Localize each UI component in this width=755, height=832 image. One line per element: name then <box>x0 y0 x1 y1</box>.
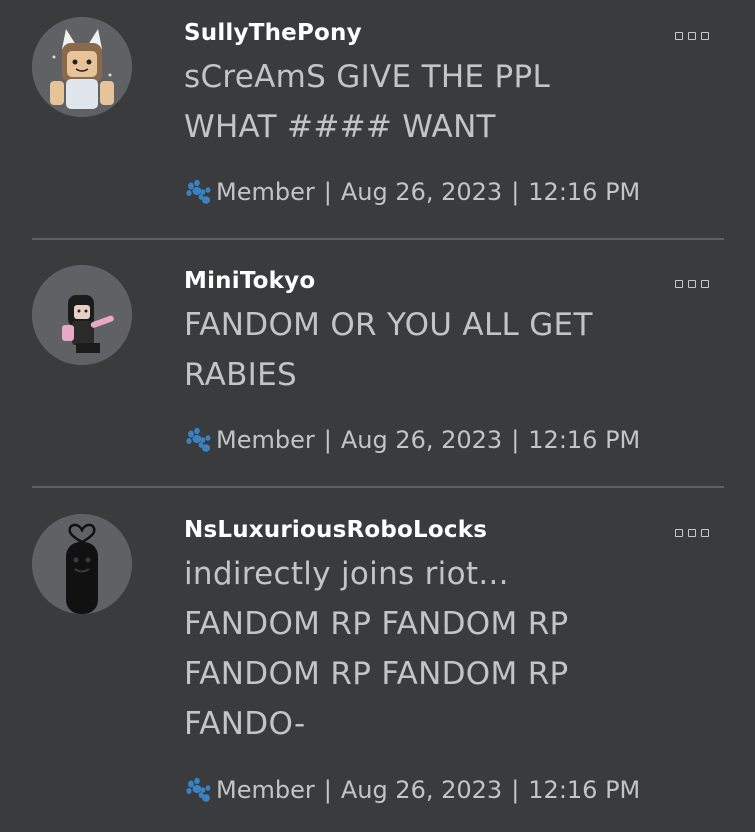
dot-icon <box>688 32 696 40</box>
dot-icon <box>675 280 683 288</box>
separator: | <box>511 178 520 206</box>
comment-time: 12:16 PM <box>528 776 641 804</box>
comment-meta: Member | Aug 26, 2023 | 12:16 PM <box>184 776 640 804</box>
comment-line: indirectly joins riot... <box>184 556 509 592</box>
avatar-dark-hair-pink-icon <box>32 265 132 365</box>
comment-line: FANDO- <box>184 706 306 742</box>
more-options-button[interactable] <box>675 526 713 540</box>
dot-icon <box>701 529 709 537</box>
dot-icon <box>701 32 709 40</box>
comment-line: WHAT #### WANT <box>184 109 496 145</box>
dot-icon <box>675 529 683 537</box>
user-role: Member <box>216 776 315 804</box>
comment-meta: Member | Aug 26, 2023 | 12:16 PM <box>184 426 640 454</box>
comment-feed: SullyThePony sCreAmS GIVE THE PPL WHAT #… <box>0 0 755 832</box>
comment-time: 12:16 PM <box>528 426 641 454</box>
comment-line: sCreAmS GIVE THE PPL <box>184 59 551 95</box>
comment-line: FANDOM OR YOU ALL GET <box>184 307 593 343</box>
user-avatar[interactable] <box>32 17 132 117</box>
comment-date: Aug 26, 2023 <box>340 178 503 206</box>
separator: | <box>323 178 332 206</box>
avatar-heart-shadow-icon <box>32 514 132 614</box>
dot-icon <box>688 529 696 537</box>
user-role: Member <box>216 178 315 206</box>
more-options-button[interactable] <box>675 277 713 291</box>
comment-date: Aug 26, 2023 <box>340 776 503 804</box>
comment-time: 12:16 PM <box>528 178 641 206</box>
paw-icon <box>186 179 211 204</box>
username[interactable]: NsLuxuriousRoboLocks <box>184 517 487 543</box>
comment-line: RABIES <box>184 357 297 393</box>
comment-meta: Member | Aug 26, 2023 | 12:16 PM <box>184 178 640 206</box>
user-avatar[interactable] <box>32 265 132 365</box>
user-avatar[interactable] <box>32 514 132 614</box>
comment-line: FANDOM RP FANDOM RP <box>184 606 569 642</box>
avatar-pony-girl-icon <box>32 17 132 117</box>
paw-icon <box>186 427 211 452</box>
comment-line: FANDOM RP FANDOM RP <box>184 656 569 692</box>
post-divider <box>32 238 724 240</box>
user-role: Member <box>216 426 315 454</box>
comment-date: Aug 26, 2023 <box>340 426 503 454</box>
separator: | <box>511 426 520 454</box>
comment-text: indirectly joins riot... FANDOM RP FANDO… <box>184 549 704 749</box>
comment-text: FANDOM OR YOU ALL GET RABIES <box>184 300 704 400</box>
post-divider <box>32 486 724 488</box>
dot-icon <box>701 280 709 288</box>
username[interactable]: MiniTokyo <box>184 268 315 294</box>
more-options-button[interactable] <box>675 29 713 43</box>
dot-icon <box>675 32 683 40</box>
separator: | <box>511 776 520 804</box>
separator: | <box>323 426 332 454</box>
dot-icon <box>688 280 696 288</box>
comment-text: sCreAmS GIVE THE PPL WHAT #### WANT <box>184 52 704 152</box>
paw-icon <box>186 777 211 802</box>
separator: | <box>323 776 332 804</box>
username[interactable]: SullyThePony <box>184 20 362 46</box>
